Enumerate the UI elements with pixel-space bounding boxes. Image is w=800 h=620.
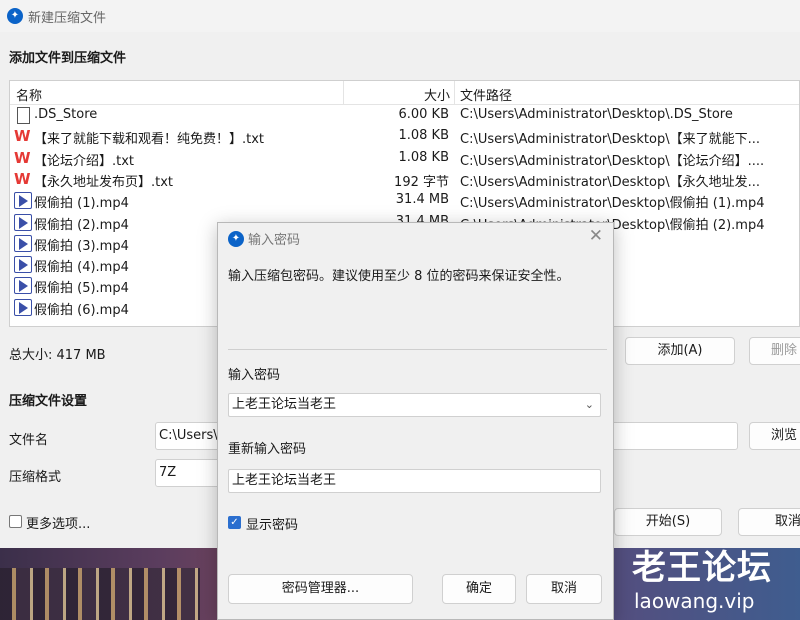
video-icon: [14, 256, 32, 274]
format-label: 压缩格式: [9, 470, 62, 485]
column-name[interactable]: 名称: [16, 85, 42, 104]
dialog-logo-icon: ✦: [228, 231, 244, 247]
show-password-label[interactable]: 显示密码: [246, 514, 298, 533]
watermark-cn: 老王论坛: [632, 548, 772, 588]
wps-icon: W: [14, 127, 31, 146]
file-name: 假偷拍 (6).mp4: [34, 302, 129, 318]
column-size[interactable]: 大小: [424, 85, 450, 104]
video-icon: [14, 277, 32, 295]
file-path: C:\Users\Administrator\Desktop\【永久地址发...: [460, 174, 761, 190]
column-divider[interactable]: [454, 81, 455, 105]
file-row[interactable]: 假偷拍 (1).mp4 31.4 MB C:\Users\Administrator…: [10, 190, 799, 211]
file-size: 192 字节: [394, 174, 449, 190]
file-row[interactable]: .DS_Store 6.00 KB C:\Users\Administrator\D…: [10, 105, 799, 126]
password-label: 输入密码: [228, 368, 281, 383]
password-dialog: ✦ 输入密码 ✕ 输入压缩包密码。建议使用至少 8 位的密码来保证安全性。 输入…: [217, 222, 614, 620]
more-options-checkbox[interactable]: [9, 515, 22, 528]
file-size: 1.08 KB: [398, 149, 449, 165]
window-title: 新建压缩文件: [28, 11, 107, 26]
file-name: 【永久地址发布页】.txt: [34, 174, 174, 190]
video-icon: [14, 213, 32, 231]
add-button[interactable]: 添加(A): [625, 337, 735, 365]
file-name: 假偷拍 (4).mp4: [34, 260, 129, 276]
file-size: 6.00 KB: [398, 107, 449, 122]
reenter-label: 重新输入密码: [228, 442, 307, 457]
file-name: 假偷拍 (1).mp4: [34, 196, 129, 212]
file-path: C:\Users\Administrator\Desktop\【来了就能下...: [460, 132, 761, 148]
column-divider[interactable]: [343, 81, 344, 105]
show-password-checkbox[interactable]: ✓: [228, 516, 241, 529]
file-icon: [17, 107, 30, 124]
more-options-label[interactable]: 更多选项...: [26, 513, 90, 532]
password-input[interactable]: 上老王论坛当老王 ⌄: [228, 393, 601, 417]
file-name: .DS_Store: [34, 107, 98, 122]
watermark-en: laowang.vip: [634, 589, 755, 613]
close-icon[interactable]: ✕: [589, 226, 603, 246]
app-logo-icon: ✦: [7, 8, 23, 24]
column-path[interactable]: 文件路径: [460, 85, 512, 104]
start-button[interactable]: 开始(S): [614, 508, 722, 536]
total-size: 总大小: 417 MB: [9, 348, 106, 363]
file-path: C:\Users\Administrator\Desktop\.DS_Store: [460, 107, 733, 122]
chevron-down-icon[interactable]: ⌄: [585, 394, 594, 416]
file-name: 假偷拍 (2).mp4: [34, 217, 129, 233]
add-files-heading: 添加文件到压缩文件: [9, 51, 127, 66]
divider: [228, 349, 607, 350]
file-name: 假偷拍 (5).mp4: [34, 281, 129, 297]
delete-button[interactable]: 删除: [749, 337, 800, 365]
file-size: 1.08 KB: [398, 128, 449, 144]
filename-label: 文件名: [9, 433, 49, 448]
wps-icon: W: [14, 169, 31, 188]
ok-button[interactable]: 确定: [442, 574, 516, 604]
settings-heading: 压缩文件设置: [9, 394, 88, 409]
password-value: 上老王论坛当老王: [232, 397, 337, 412]
file-name: 假偷拍 (3).mp4: [34, 238, 129, 254]
dialog-cancel-button[interactable]: 取消: [526, 574, 602, 604]
file-name: 【来了就能下载和观看！纯免费！】.txt: [34, 132, 265, 148]
dialog-description: 输入压缩包密码。建议使用至少 8 位的密码来保证安全性。: [228, 269, 570, 284]
video-icon: [14, 298, 32, 316]
cancel-button[interactable]: 取消: [738, 508, 800, 536]
dialog-title: 输入密码: [248, 233, 301, 248]
password-manager-button[interactable]: 密码管理器...: [228, 574, 413, 604]
file-path: C:\Users\Administrator\Desktop\假偷拍 (1).m…: [460, 196, 765, 212]
browse-button[interactable]: 浏览: [749, 422, 800, 450]
video-icon: [14, 192, 32, 210]
file-path: C:\Users\Administrator\Desktop\【论坛介绍】...…: [460, 153, 765, 169]
file-name: 【论坛介绍】.txt: [34, 153, 135, 169]
file-row[interactable]: W 【永久地址发布页】.txt 192 字节 C:\Users\Administrat…: [10, 169, 799, 190]
file-list-header: 名称 大小 文件路径: [10, 81, 799, 105]
wps-icon: W: [14, 148, 31, 167]
file-size: 31.4 MB: [395, 192, 449, 208]
video-icon: [14, 234, 32, 252]
file-row[interactable]: W 【来了就能下载和观看！纯免费！】.txt 1.08 KB C:\Users\Adm…: [10, 126, 799, 148]
reenter-password-input[interactable]: 上老王论坛当老王: [228, 469, 601, 493]
file-row[interactable]: W 【论坛介绍】.txt 1.08 KB C:\Users\Administrator…: [10, 148, 799, 169]
title-bar: ✦ 新建压缩文件: [0, 0, 800, 32]
